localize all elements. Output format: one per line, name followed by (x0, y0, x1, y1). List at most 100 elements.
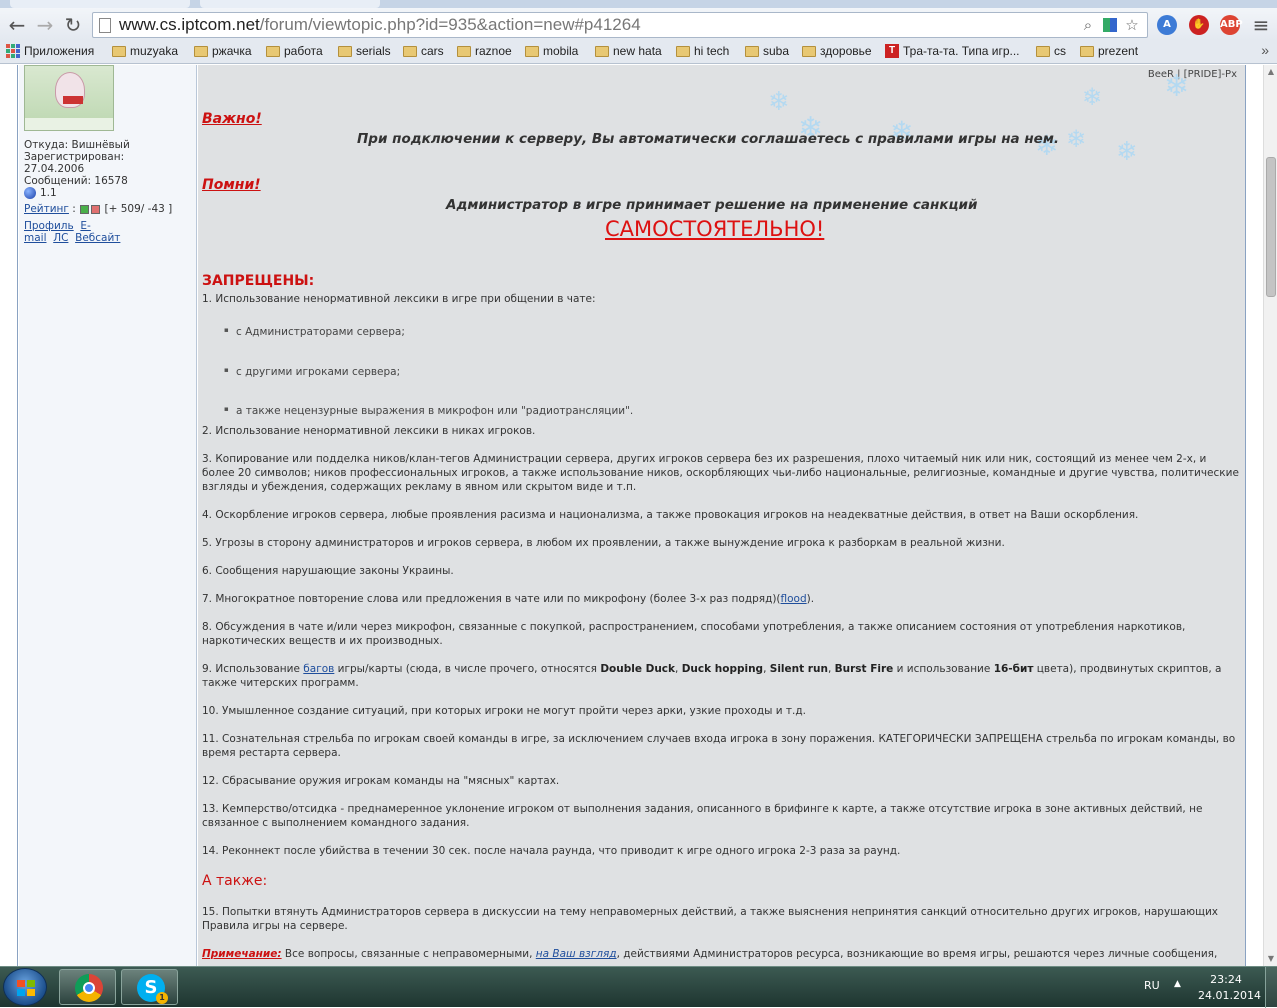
rule-item: 15. Попытки втянуть Администраторов серв… (202, 906, 1218, 932)
flood-link[interactable]: flood (781, 593, 807, 605)
chrome-taskbar-button[interactable] (59, 969, 116, 1005)
folder-icon (266, 45, 280, 57)
skype-notification-badge: 1 (156, 992, 168, 1004)
post-content: BeeR | [PRIDE]-Px ❄ ❄ ❄ ❄ ❄ ❄ ❄ ❄ Важно!… (198, 65, 1245, 966)
rating-minus-icon[interactable] (91, 204, 101, 214)
your-view-link[interactable]: на Ваш взгляд (536, 948, 617, 960)
bookmark-folder[interactable]: работа (266, 44, 323, 58)
bookmark-folder[interactable]: cars (403, 44, 444, 58)
rule-item: 9. Использование багов игры/карты (сюда,… (202, 663, 1222, 689)
browser-toolbar: ← → ↻ www.cs.iptcom.net/forum/viewtopic.… (0, 8, 1277, 40)
bookmark-folder[interactable]: raznoe (457, 44, 512, 58)
apps-shortcut[interactable]: Приложения (6, 44, 94, 58)
bookmark-link[interactable]: T Тра-та-та. Типа игр... (885, 44, 1020, 58)
remember-text: Администратор в игре принимает решение н… (446, 197, 978, 213)
bookmark-folder[interactable]: serials (338, 44, 391, 58)
email-link[interactable]: mail (24, 232, 47, 244)
folder-icon (194, 45, 208, 57)
folder-icon (676, 45, 690, 57)
extension-color-icon[interactable] (1103, 18, 1117, 32)
note-label: Примечание: (202, 948, 282, 960)
bookmark-folder[interactable]: здоровье (802, 44, 872, 58)
sub-rule-item: с другими игроками сервера; (224, 366, 400, 378)
system-clock[interactable]: 23:24 24.01.2014 (1198, 972, 1261, 1004)
rule-item: 8. Обсуждения в чате и/или через микрофо… (202, 621, 1186, 647)
rule-item: 5. Угрозы в сторону администраторов и иг… (202, 537, 1005, 549)
url-text: www.cs.iptcom.net/forum/viewtopic.php?id… (119, 15, 641, 34)
sub-rule-item: с Администраторами сервера; (224, 326, 405, 338)
snowflake-icon: ❄ (1116, 137, 1138, 167)
skype-taskbar-button[interactable]: S 1 (121, 969, 178, 1005)
address-bar[interactable]: www.cs.iptcom.net/forum/viewtopic.php?id… (92, 12, 1148, 38)
bookmark-folder[interactable]: cs (1036, 44, 1066, 58)
folder-icon (525, 45, 539, 57)
folder-icon (595, 45, 609, 57)
also-heading: А также: (202, 873, 268, 889)
pm-link[interactable]: ЛС (53, 232, 68, 244)
menu-icon[interactable]: ≡ (1250, 14, 1272, 36)
windows-taskbar: S 1 RU ▲ 23:24 24.01.2014 (0, 966, 1277, 1008)
translate-extension-icon[interactable]: A (1157, 15, 1177, 35)
snowflake-icon: ❄ (1066, 125, 1087, 153)
rule-item: 4. Оскорбление игроков сервера, любые пр… (202, 509, 1139, 521)
page-icon (99, 18, 111, 33)
folder-icon (802, 45, 816, 57)
browser-tab[interactable] (200, 0, 380, 8)
bugs-link[interactable]: багов (303, 663, 334, 675)
scroll-down-icon[interactable]: ▼ (1266, 954, 1276, 964)
browser-tab[interactable] (10, 0, 190, 8)
scroll-thumb[interactable] (1266, 157, 1276, 297)
show-desktop-button[interactable] (1265, 967, 1277, 1008)
bookmark-folder[interactable]: mobila (525, 44, 578, 58)
rating-plus-icon[interactable] (80, 204, 90, 214)
bookmarks-bar: Приложения muzyaka ржачка работа serials… (0, 40, 1277, 64)
scroll-up-icon[interactable]: ▲ (1266, 67, 1276, 77)
note-paragraph: Примечание: Все вопросы, связанные с неп… (202, 948, 1218, 960)
rule-item: 2. Использование ненормативной лексики в… (202, 425, 536, 437)
sub-rule-item: а также нецензурные выражения в микрофон… (224, 405, 633, 417)
search-icon[interactable]: ⌕ (1079, 16, 1097, 34)
folder-icon (338, 45, 352, 57)
reload-icon[interactable]: ↻ (62, 14, 84, 36)
banned-heading: ЗАПРЕЩЕНЫ: (202, 273, 315, 289)
page-viewport: Откуда: Вишнёвый Зарегистрирован: 27.04.… (0, 65, 1263, 966)
chrome-icon (75, 974, 103, 1002)
rule-item: 7. Многократное повторение слова или пре… (202, 593, 815, 605)
site-favicon-icon: T (885, 44, 899, 58)
bookmark-folder[interactable]: ржачка (194, 44, 252, 58)
page-scrollbar[interactable]: ▲ ▼ (1263, 65, 1277, 966)
rule-item: 12. Сбрасывание оружия игрокам команды н… (202, 775, 560, 787)
user-message-count: Сообщений: 16578 (24, 175, 128, 187)
forward-icon[interactable]: → (34, 14, 56, 36)
website-link[interactable]: Вебсайт (75, 232, 120, 244)
folder-icon (1036, 45, 1050, 57)
bookmark-star-icon[interactable]: ☆ (1123, 16, 1141, 34)
tray-expand-icon[interactable]: ▲ (1174, 979, 1181, 989)
important-text: При подключении к серверу, Вы автоматиче… (357, 131, 1059, 147)
start-button[interactable] (3, 968, 47, 1006)
user-registered-date: 27.04.2006 (24, 163, 85, 175)
rule-item: 3. Копирование или подделка ников/клан-т… (202, 453, 1239, 493)
language-indicator[interactable]: RU (1144, 979, 1160, 992)
bookmark-folder[interactable]: prezent (1080, 44, 1138, 58)
bookmark-folder[interactable]: suba (745, 44, 789, 58)
bookmark-folder[interactable]: muzyaka (112, 44, 178, 58)
windows-logo-icon (17, 980, 35, 996)
user-avatar[interactable] (24, 65, 114, 131)
snowflake-icon: ❄ (1082, 83, 1103, 111)
rating-link[interactable]: Рейтинг (24, 203, 69, 215)
folder-icon (457, 45, 471, 57)
bookmark-folder[interactable]: hi tech (676, 44, 729, 58)
more-bookmarks-icon[interactable]: » (1261, 42, 1269, 58)
back-icon[interactable]: ← (6, 14, 28, 36)
bookmark-folder[interactable]: new hata (595, 44, 662, 58)
email-link[interactable]: E- (80, 220, 90, 232)
adblock-hand-icon[interactable]: ✋ (1189, 15, 1209, 35)
user-rating: Рейтинг : [+ 509/ -43 ] (24, 203, 173, 215)
remember-heading: Помни! (202, 177, 261, 193)
user-links-row2: mail ЛС Вебсайт (24, 232, 120, 244)
important-heading: Важно! (202, 111, 262, 127)
adblock-plus-icon[interactable]: ABP (1220, 15, 1243, 35)
snowflake-icon: ❄ (1164, 69, 1190, 104)
profile-link[interactable]: Профиль (24, 220, 74, 232)
